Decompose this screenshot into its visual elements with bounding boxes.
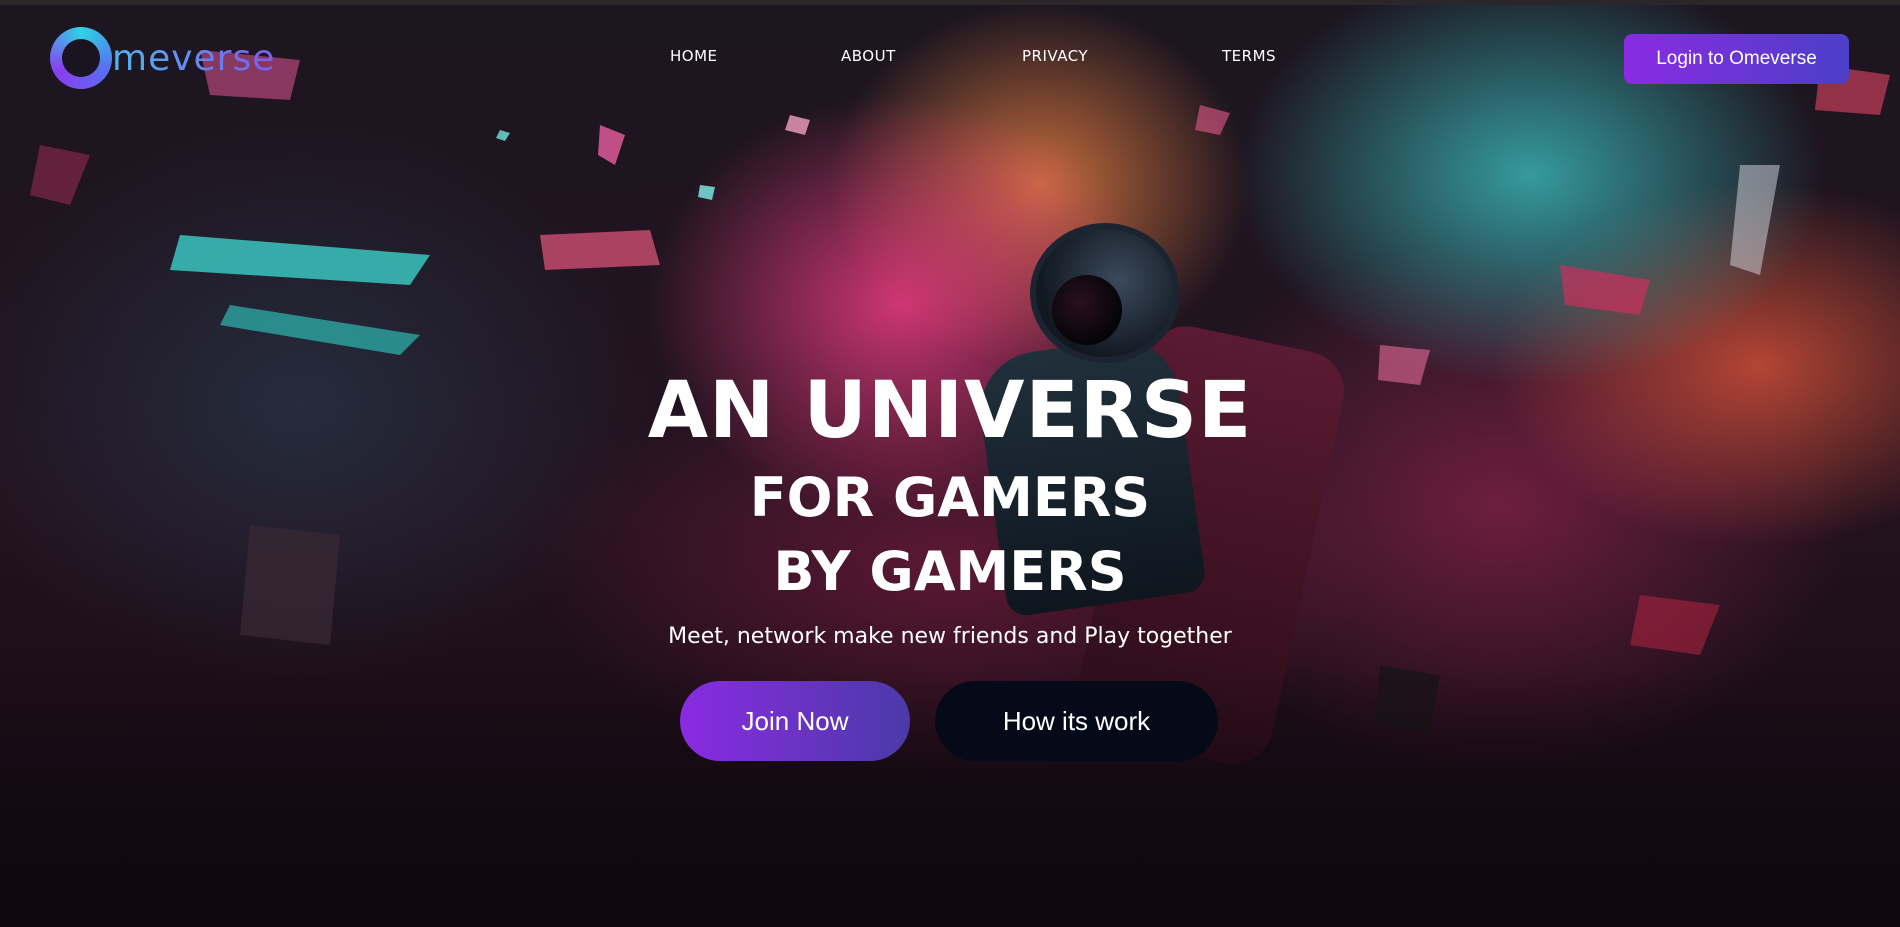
how-it-works-button[interactable]: How its work [935, 681, 1218, 761]
join-now-button[interactable]: Join Now [680, 681, 910, 761]
hero-headline-line1: AN UNIVERSE [647, 366, 1253, 456]
helmet-visor-illustration [1052, 275, 1122, 345]
hero-subtitle: Meet, network make new friends and Play … [668, 624, 1232, 649]
hero-headline-line3: BY GAMERS [773, 540, 1127, 603]
main-navigation: HOME ABOUT PRIVACY TERMS [0, 47, 1900, 71]
login-button[interactable]: Login to Omeverse [1624, 34, 1849, 84]
nav-home-link[interactable]: HOME [670, 47, 718, 65]
nav-about-link[interactable]: ABOUT [841, 47, 896, 65]
hero-headline-line2: FOR GAMERS [749, 466, 1151, 529]
nav-privacy-link[interactable]: PRIVACY [1022, 47, 1088, 65]
nav-terms-link[interactable]: TERMS [1222, 47, 1276, 65]
